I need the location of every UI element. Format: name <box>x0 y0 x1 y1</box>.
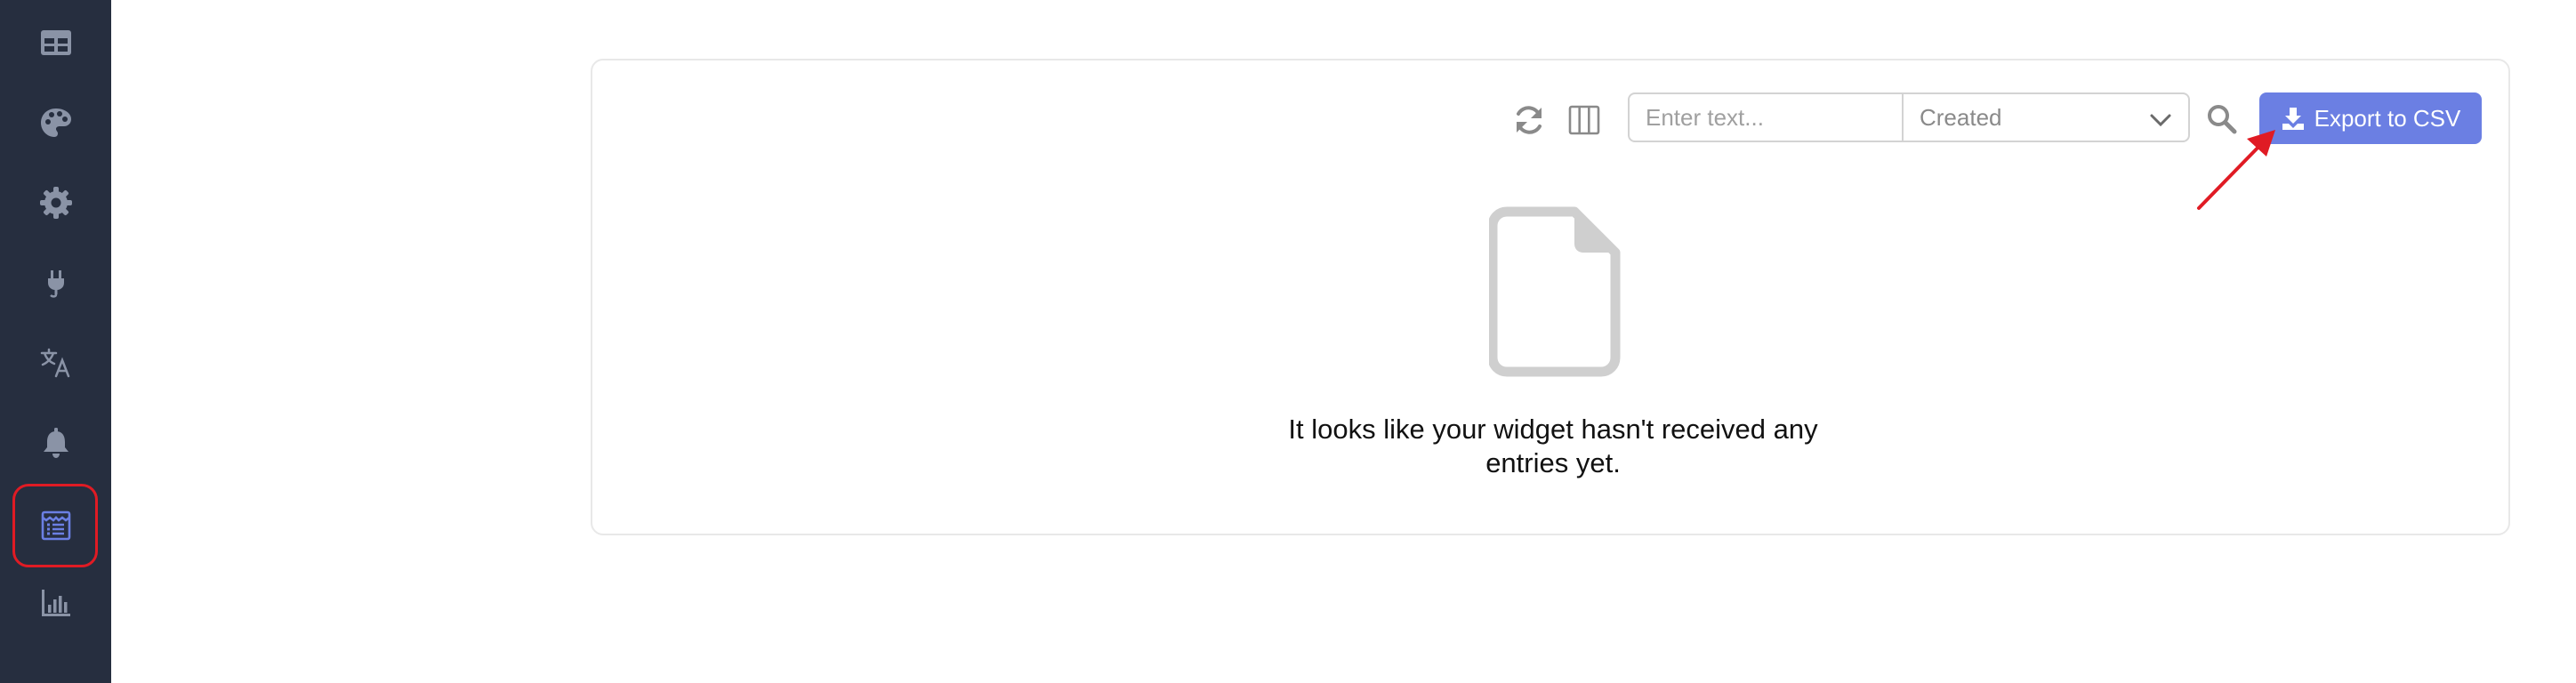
plug-icon <box>47 270 64 298</box>
columns-icon[interactable] <box>1567 103 1601 137</box>
refresh-icon[interactable] <box>1512 103 1546 137</box>
chart-icon <box>41 590 70 616</box>
sidebar-item-translations[interactable] <box>0 327 111 398</box>
sidebar <box>0 0 111 683</box>
sort-select-value: Created <box>1920 103 2002 131</box>
download-icon <box>2282 108 2304 130</box>
table-icon <box>40 30 71 55</box>
sidebar-item-integrations[interactable] <box>0 247 111 318</box>
sidebar-item-settings[interactable] <box>0 167 111 238</box>
empty-file-icon <box>1489 206 1621 377</box>
sidebar-item-notifications[interactable] <box>0 407 111 478</box>
page: Created Export to CSV It looks like your… <box>0 0 2576 683</box>
active-highlight <box>12 484 98 567</box>
bell-icon <box>43 428 68 458</box>
entries-card: Created Export to CSV It looks like your… <box>591 59 2510 535</box>
sidebar-item-table[interactable] <box>0 7 111 78</box>
export-csv-button[interactable]: Export to CSV <box>2259 92 2482 144</box>
sort-select[interactable]: Created <box>1902 92 2190 142</box>
sidebar-item-appearance[interactable] <box>0 87 111 158</box>
export-csv-label: Export to CSV <box>2314 104 2461 132</box>
chevron-down-icon <box>2150 114 2171 127</box>
sidebar-item-entries[interactable] <box>0 484 111 567</box>
sidebar-item-reports[interactable] <box>0 567 111 639</box>
search-input[interactable] <box>1628 92 1904 142</box>
empty-state-message: It looks like your widget hasn't receive… <box>1288 414 1818 478</box>
translate-icon <box>40 348 69 378</box>
search-icon[interactable] <box>2206 103 2238 135</box>
gear-icon <box>39 187 72 219</box>
palette-icon <box>40 108 71 137</box>
